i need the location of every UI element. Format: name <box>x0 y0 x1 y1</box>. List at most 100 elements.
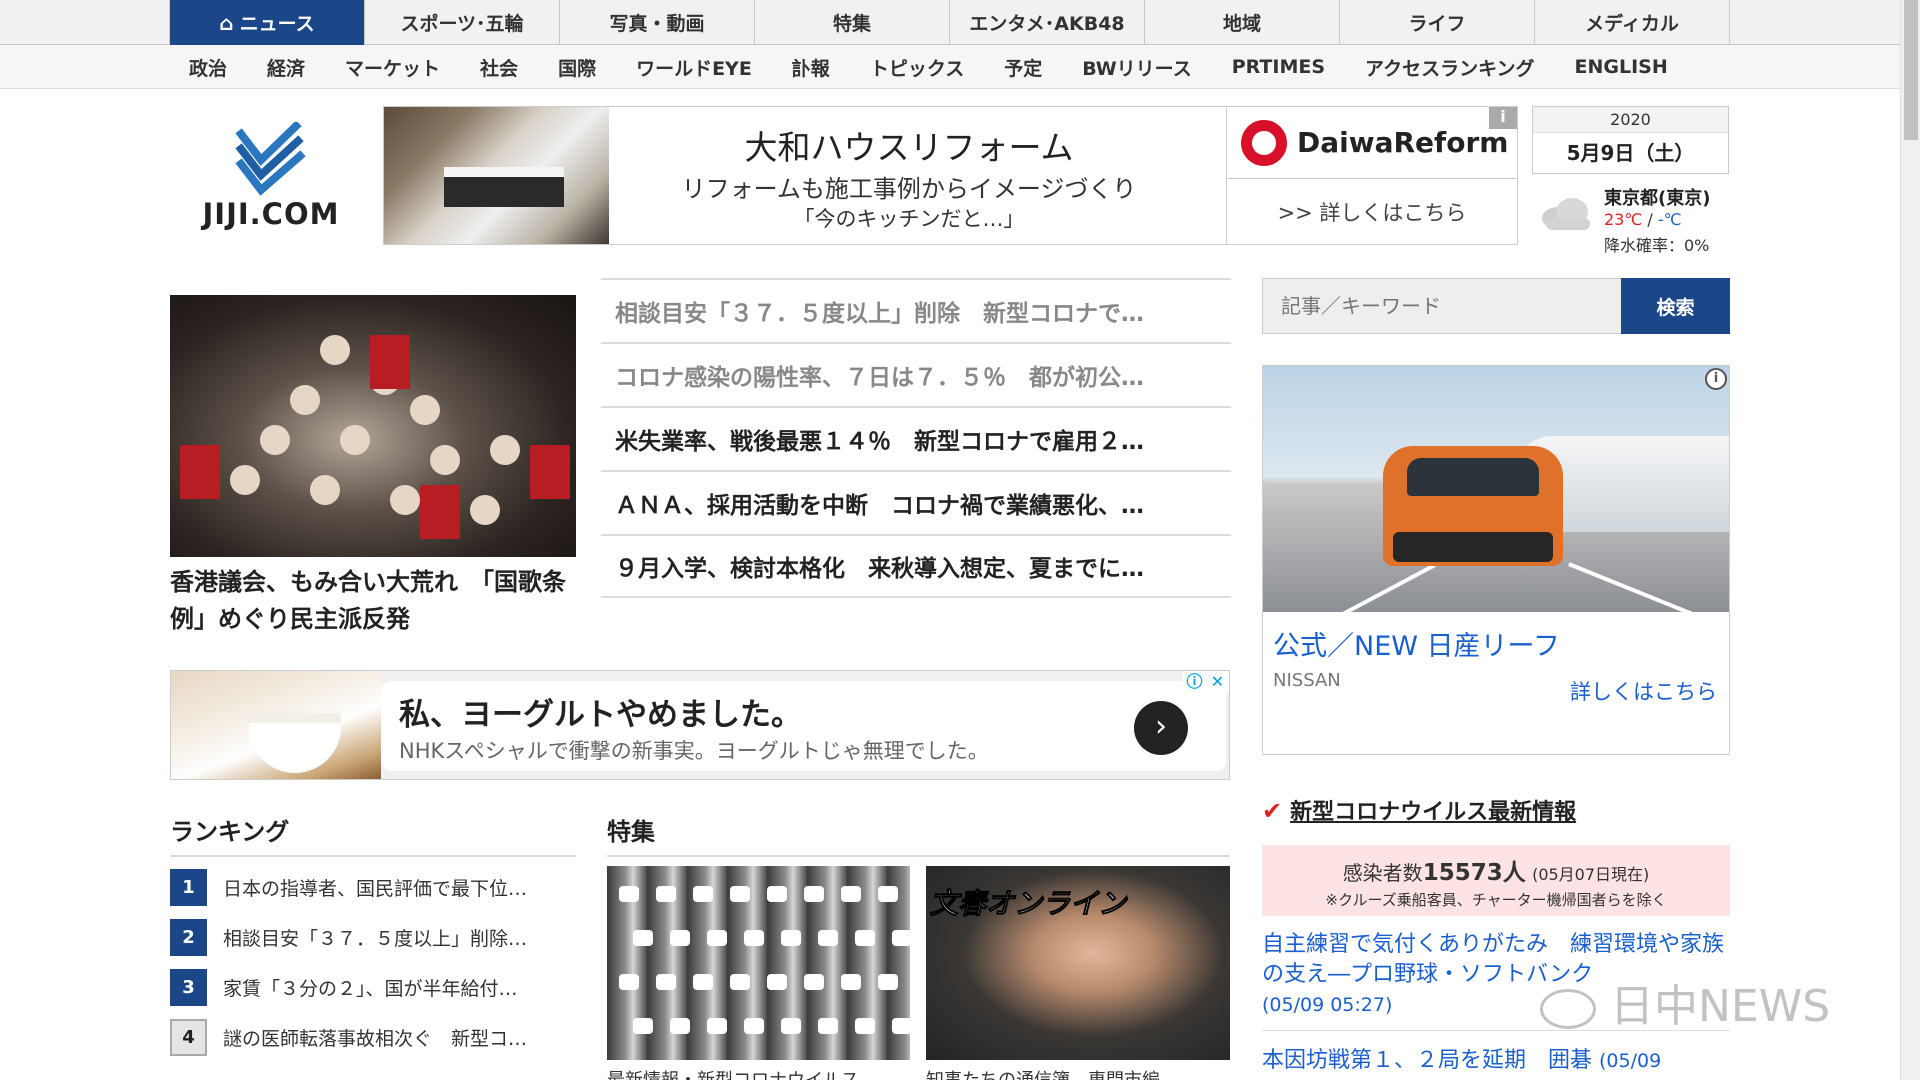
news-time: (05/09 05:27) <box>1262 994 1393 1016</box>
headline-item[interactable]: ＡＮＡ、採用活動を中断 コロナ禍で業績悪化、… <box>601 470 1231 534</box>
temp-high: 23℃ <box>1604 210 1643 229</box>
tab-label: ニュース <box>239 13 315 35</box>
wechat-icon <box>1540 989 1596 1029</box>
logo-mark-icon <box>235 120 306 196</box>
tab-3[interactable]: 特集 <box>755 0 950 45</box>
tab-5[interactable]: 地域 <box>1145 0 1340 45</box>
headline-list: 相談目安「３７．５度以上」削除 新型コロナで… コロナ感染の陽性率、７日は７．５％… <box>601 278 1231 598</box>
subnav-item[interactable]: 社会 <box>480 54 518 81</box>
weather-widget[interactable]: 東京都(東京) 23℃ / -℃ 降水確率：0% <box>1532 182 1732 255</box>
tab-6[interactable]: ライフ <box>1340 0 1535 45</box>
ad-info-icon[interactable]: i <box>1489 107 1517 129</box>
headline-item[interactable]: ９月入学、検討本格化 来秋導入想定、夏までに… <box>601 534 1231 598</box>
banner-title: 大和ハウスリフォーム <box>744 128 1074 167</box>
page-scrollbar[interactable] <box>1900 0 1920 1080</box>
car-image <box>1383 446 1563 566</box>
tab-label: ライフ <box>1408 13 1466 35</box>
yogurt-ad-title: 私、ヨーグルトやめました。 <box>399 697 802 733</box>
close-icon[interactable]: ✕ <box>1206 671 1229 693</box>
headline-item[interactable]: コロナ感染の陽性率、７日は７．５％ 都が初公… <box>601 342 1231 406</box>
covid-heading[interactable]: ✔ 新型コロナウイルス最新情報 <box>1262 794 1576 826</box>
rank-title: 日本の指導者、国民評価で最下位… <box>223 877 528 900</box>
nissan-ad-sponsor: NISSAN <box>1273 670 1341 691</box>
subnav-item[interactable]: マーケット <box>345 54 440 81</box>
home-icon: ⌂ <box>219 10 234 35</box>
rank-number: 3 <box>170 968 207 1006</box>
daiwa-reform-banner-ad[interactable]: 大和ハウスリフォーム リフォームも施工事例からイメージづくり 「今のキッチンだと… <box>383 106 1518 245</box>
subnav-item[interactable]: トピックス <box>870 54 964 81</box>
top-story-headline[interactable]: 香港議会、もみ合い大荒れ 「国歌条例」めぐり民主派反発 <box>170 564 576 638</box>
search-button[interactable]: 検索 <box>1621 278 1730 334</box>
ad-choices[interactable]: ⓘ ✕ <box>1183 671 1229 693</box>
subnav-item[interactable]: 政治 <box>189 54 227 81</box>
covid-stats-box[interactable]: 感染者数15573人 (05月07日現在) ※クルーズ乗船客員、チャーター機帰国… <box>1262 845 1730 916</box>
side-news-link-2[interactable]: 本因坊戦第１、２局を延期 囲碁 (05/09 <box>1262 1046 1730 1076</box>
search-input[interactable] <box>1262 278 1621 334</box>
date-day: 5月9日（土） <box>1566 141 1695 165</box>
yogurt-photo <box>171 671 381 779</box>
top-story-photo[interactable] <box>170 295 576 557</box>
rank-title: 謎の医師転落事故相次ぐ 新型コ… <box>223 1027 528 1050</box>
site-logo[interactable]: JIJI.COM <box>186 120 356 232</box>
subnav-item[interactable]: アクセスランキング <box>1365 54 1534 81</box>
tab-7[interactable]: メディカル <box>1535 0 1730 45</box>
feature-caption-1[interactable]: 最新情報・新型コロナウイルス <box>607 1066 907 1080</box>
rank-title: 相談目安「３７．５度以上」削除… <box>223 927 528 950</box>
feature-image-governor[interactable]: 文春オンライン <box>926 866 1230 1060</box>
banner-subtitle: リフォームも施工事例からイメージづくり <box>681 175 1137 203</box>
next-arrow-icon[interactable]: › <box>1134 701 1188 755</box>
scrollbar-thumb[interactable] <box>1904 0 1918 140</box>
banner-brand[interactable]: DaiwaReform <box>1226 107 1517 179</box>
case-count-label: 感染者数 <box>1342 861 1423 885</box>
daiwa-logo-icon <box>1241 119 1287 166</box>
tab-1[interactable]: スポーツ･五輪 <box>365 0 560 45</box>
nissan-leaf-ad[interactable]: 公式／NEW 日産リーフ NISSAN 詳しくはこちら i <box>1262 365 1730 755</box>
subnav-item[interactable]: PRTIMES <box>1232 56 1325 78</box>
brand-name: DaiwaReform <box>1297 126 1509 159</box>
tab-label: 特集 <box>832 13 871 35</box>
nissan-ad-cta[interactable]: 詳しくはこちら <box>1570 676 1717 706</box>
subnav-item[interactable]: 国際 <box>558 54 596 81</box>
ranking-list: 1 日本の指導者、国民評価で最下位… 2 相談目安「３７．５度以上」削除… 3 家賃「３分… <box>170 862 576 1062</box>
headline-item[interactable]: 相談目安「３７．５度以上」削除 新型コロナで… <box>601 278 1231 342</box>
rain-probability: 降水確率：0% <box>1604 236 1710 255</box>
ranking-item[interactable]: 1 日本の指導者、国民評価で最下位… <box>170 862 576 912</box>
news-time: (05/09 <box>1599 1050 1662 1072</box>
tab-2[interactable]: 写真・動画 <box>560 0 755 45</box>
subnav-item[interactable]: ワールドEYE <box>636 54 752 81</box>
yogurt-ad-card: 私、ヨーグルトやめました。 NHKスペシャルで衝撃の新事実。ヨーグルトじゃ無理で… <box>381 681 1226 771</box>
tab-0[interactable]: ⌂ ニュース <box>169 0 365 45</box>
tab-4[interactable]: エンタメ･AKB48 <box>950 0 1145 45</box>
headline-item[interactable]: 米失業率、戦後最悪１４％ 新型コロナで雇用２… <box>601 406 1231 470</box>
yogurt-ad[interactable]: 私、ヨーグルトやめました。 NHKスペシャルで衝撃の新事実。ヨーグルトじゃ無理で… <box>170 670 1230 780</box>
tab-label: メディカル <box>1585 13 1679 35</box>
ranking-heading: ランキング <box>170 812 576 857</box>
tab-label: エンタメ･AKB48 <box>969 13 1125 35</box>
ranking-item[interactable]: 2 相談目安「３７．５度以上」削除… <box>170 912 576 962</box>
rank-number: 1 <box>170 868 207 906</box>
nissan-ad-headline[interactable]: 公式／NEW 日産リーフ <box>1273 624 1560 663</box>
weather-temp: 23℃ / -℃ <box>1604 210 1682 229</box>
ad-info-icon[interactable]: ⓘ <box>1183 671 1206 693</box>
ad-info-icon[interactable]: i <box>1705 368 1727 390</box>
date-box: 2020 5月9日（土） <box>1532 106 1729 174</box>
tab-label: 写真・動画 <box>609 13 705 35</box>
rank-number: 4 <box>170 1018 207 1056</box>
kitchen-photo <box>384 107 609 244</box>
subnav-item[interactable]: BWリリース <box>1082 54 1191 81</box>
ranking-item[interactable]: 4 謎の医師転落事故相次ぐ 新型コ… <box>170 1012 576 1062</box>
subnav-item[interactable]: 経済 <box>267 54 305 81</box>
search-bar: 検索 <box>1262 278 1730 334</box>
subnav-item[interactable]: ENGLISH <box>1575 56 1668 78</box>
feature-caption-2[interactable]: 知事たちの通信簿 専門市編 <box>926 1066 1226 1080</box>
banner-more-link[interactable]: >> 詳しくはこちら <box>1226 179 1517 244</box>
subnav-item[interactable]: 予定 <box>1004 54 1042 81</box>
top-nav-tabs: ⌂ ニュース スポーツ･五輪 写真・動画 特集 エンタメ･AKB48 地域 ライフ メディカル <box>169 0 1730 45</box>
case-count: 15573人 <box>1422 860 1526 886</box>
ranking-item[interactable]: 3 家賃「３分の２」、国が半年給付… <box>170 962 576 1012</box>
rank-number: 2 <box>170 918 207 956</box>
feature-image-crowd[interactable] <box>607 866 910 1060</box>
subnav-item[interactable]: 訃報 <box>792 54 830 81</box>
page: ⌂ ニュース スポーツ･五輪 写真・動画 特集 エンタメ･AKB48 地域 ライフ メディカル … <box>0 0 1920 1080</box>
date-year: 2020 <box>1533 107 1728 133</box>
